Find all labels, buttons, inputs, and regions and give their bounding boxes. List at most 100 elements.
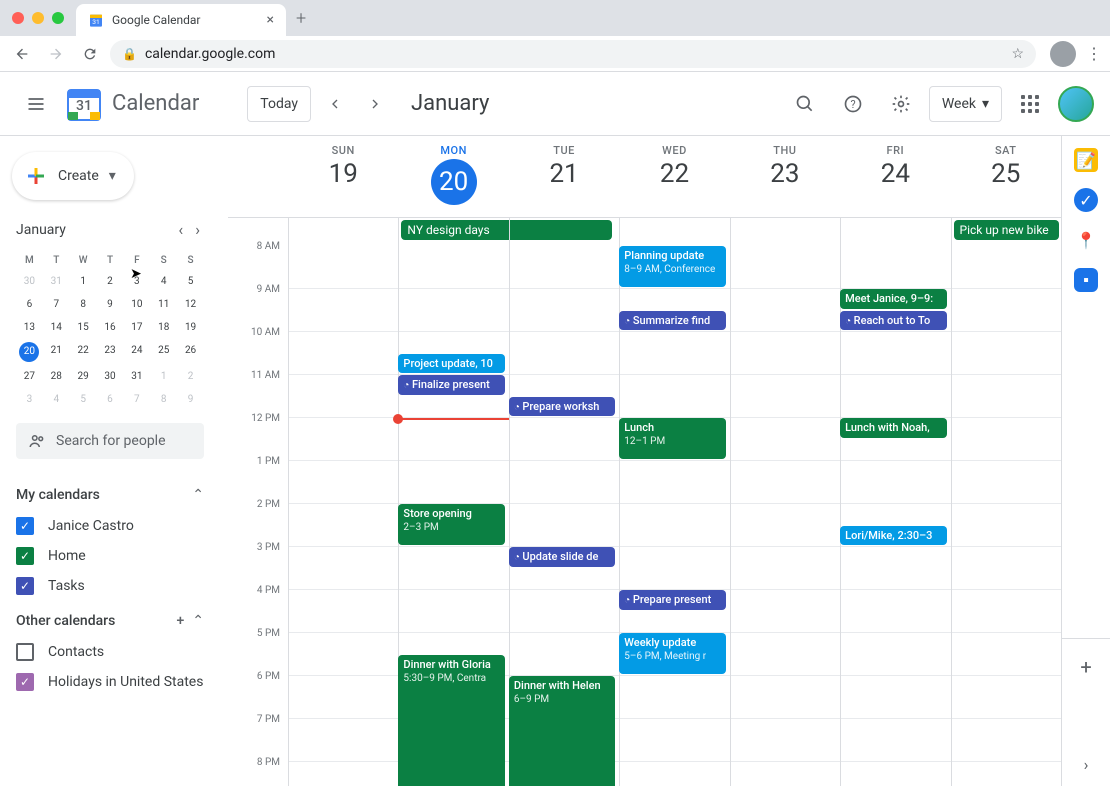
calendar-event[interactable]: Project update, 10 [398,354,505,374]
mini-day-cell[interactable]: 9 [97,293,124,316]
new-tab-button[interactable]: + [296,8,306,29]
view-selector[interactable]: Week▾ [929,86,1002,122]
mini-day-cell[interactable]: 9 [177,388,204,411]
mini-day-cell[interactable]: 15 [70,316,97,339]
today-button[interactable]: Today [247,86,311,122]
mini-day-cell[interactable]: 1 [70,270,97,293]
mini-day-cell[interactable]: 20 [19,342,39,362]
mini-day-cell[interactable]: 29 [70,365,97,388]
add-addon-button[interactable]: + [1062,638,1110,679]
calendar-event[interactable]: Finalize present [398,375,505,395]
account-avatar[interactable] [1058,86,1094,122]
calendar-event[interactable]: Meet Janice, 9–9: [840,289,947,309]
calendar-checkbox[interactable]: ✓ [16,517,34,535]
allday-cell[interactable] [509,218,619,246]
allday-cell[interactable] [619,218,729,246]
mini-day-cell[interactable]: 8 [150,388,177,411]
mini-day-cell[interactable]: 4 [150,270,177,293]
mini-day-cell[interactable]: 30 [16,270,43,293]
calendar-item[interactable]: ✓Janice Castro [16,511,204,541]
calendar-event[interactable]: Store opening2–3 PM [398,504,505,545]
mini-day-cell[interactable]: 22 [70,339,97,365]
calendar-event[interactable]: Prepare worksh [509,397,616,417]
day-column[interactable] [951,246,1061,786]
calendar-event[interactable]: Lori/Mike, 2:30–3 [840,526,947,546]
mini-day-cell[interactable]: 11 [150,293,177,316]
hangouts-icon[interactable]: ▪ [1074,268,1098,292]
calendar-item[interactable]: Contacts [16,637,204,667]
day-header[interactable]: WED22 [619,136,729,217]
day-header[interactable]: SUN19 [288,136,398,217]
mini-day-cell[interactable]: 25 [150,339,177,365]
mini-day-cell[interactable]: 2 [97,270,124,293]
mini-day-cell[interactable]: 8 [70,293,97,316]
mini-day-cell[interactable]: 23 [97,339,124,365]
mini-day-cell[interactable]: 7 [123,388,150,411]
forward-button[interactable] [42,40,70,68]
mini-day-cell[interactable]: 7 [43,293,70,316]
mini-day-cell[interactable]: 14 [43,316,70,339]
mini-day-cell[interactable]: 21 [43,339,70,365]
calendar-event[interactable]: Dinner with Helen6–9 PM [509,676,616,786]
expand-side-panel[interactable]: › [1084,755,1089,774]
calendar-checkbox[interactable]: ✓ [16,547,34,565]
calendar-event[interactable]: Dinner with Gloria5:30–9 PM, Centra [398,655,505,786]
settings-button[interactable] [881,84,921,124]
prev-period-button[interactable] [319,88,351,120]
mini-day-cell[interactable]: 13 [16,316,43,339]
allday-cell[interactable] [730,218,840,246]
other-calendars-header[interactable]: Other calendars +⌃ [16,613,204,629]
calendar-item[interactable]: ✓Tasks [16,571,204,601]
maps-icon[interactable]: 📍 [1074,228,1098,252]
allday-cell[interactable]: Pick up new bike [951,218,1061,246]
reload-button[interactable] [76,40,104,68]
calendar-event[interactable]: Update slide de [509,547,616,567]
mini-day-cell[interactable]: 10 [123,293,150,316]
calendar-event[interactable]: Weekly update5–6 PM, Meeting r [619,633,726,674]
mini-day-cell[interactable]: 31 [43,270,70,293]
maximize-window[interactable] [52,12,64,24]
mini-day-cell[interactable]: 5 [70,388,97,411]
collapse-icon[interactable]: ⌃ [192,613,204,629]
calendar-checkbox[interactable] [16,643,34,661]
my-calendars-header[interactable]: My calendars ⌃ [16,487,204,503]
allday-cell[interactable] [288,218,398,246]
bookmark-star-icon[interactable]: ☆ [1011,46,1024,62]
mini-day-cell[interactable]: 2 [177,365,204,388]
mini-day-cell[interactable]: 4 [43,388,70,411]
calendar-item[interactable]: ✓Home [16,541,204,571]
day-column[interactable] [730,246,840,786]
calendar-event[interactable]: Prepare present [619,590,726,610]
calendar-item[interactable]: ✓Holidays in United States [16,667,204,697]
minimize-window[interactable] [32,12,44,24]
mini-day-cell[interactable]: 24 [123,339,150,365]
mini-day-cell[interactable]: 3 [16,388,43,411]
tasks-icon[interactable]: ✓ [1074,188,1098,212]
allday-cell[interactable] [840,218,950,246]
browser-profile-avatar[interactable] [1050,41,1076,67]
google-apps-button[interactable] [1010,84,1050,124]
mini-day-cell[interactable]: 31 [123,365,150,388]
mini-day-cell[interactable]: 19 [177,316,204,339]
mini-next-month[interactable]: › [191,216,204,243]
next-period-button[interactable] [359,88,391,120]
create-button[interactable]: Create ▾ [12,152,134,200]
day-header[interactable]: THU23 [730,136,840,217]
mini-day-cell[interactable]: 12 [177,293,204,316]
calendar-event[interactable]: Lunch with Noah, [840,418,947,438]
calendar-event[interactable]: Summarize find [619,311,726,331]
mini-day-cell[interactable]: 28 [43,365,70,388]
support-button[interactable]: ? [833,84,873,124]
mini-day-cell[interactable]: 26 [177,339,204,365]
mini-day-cell[interactable]: 1 [150,365,177,388]
mini-day-cell[interactable]: 30 [97,365,124,388]
day-header[interactable]: TUE21 [509,136,619,217]
mini-day-cell[interactable]: 6 [16,293,43,316]
search-button[interactable] [785,84,825,124]
day-header[interactable]: FRI24 [840,136,950,217]
calendar-checkbox[interactable]: ✓ [16,577,34,595]
keep-icon[interactable]: 📝 [1074,148,1098,172]
close-tab-icon[interactable]: × [267,12,274,28]
mini-day-cell[interactable]: 17 [123,316,150,339]
address-bar[interactable]: 🔒 calendar.google.com ☆ [110,40,1036,68]
